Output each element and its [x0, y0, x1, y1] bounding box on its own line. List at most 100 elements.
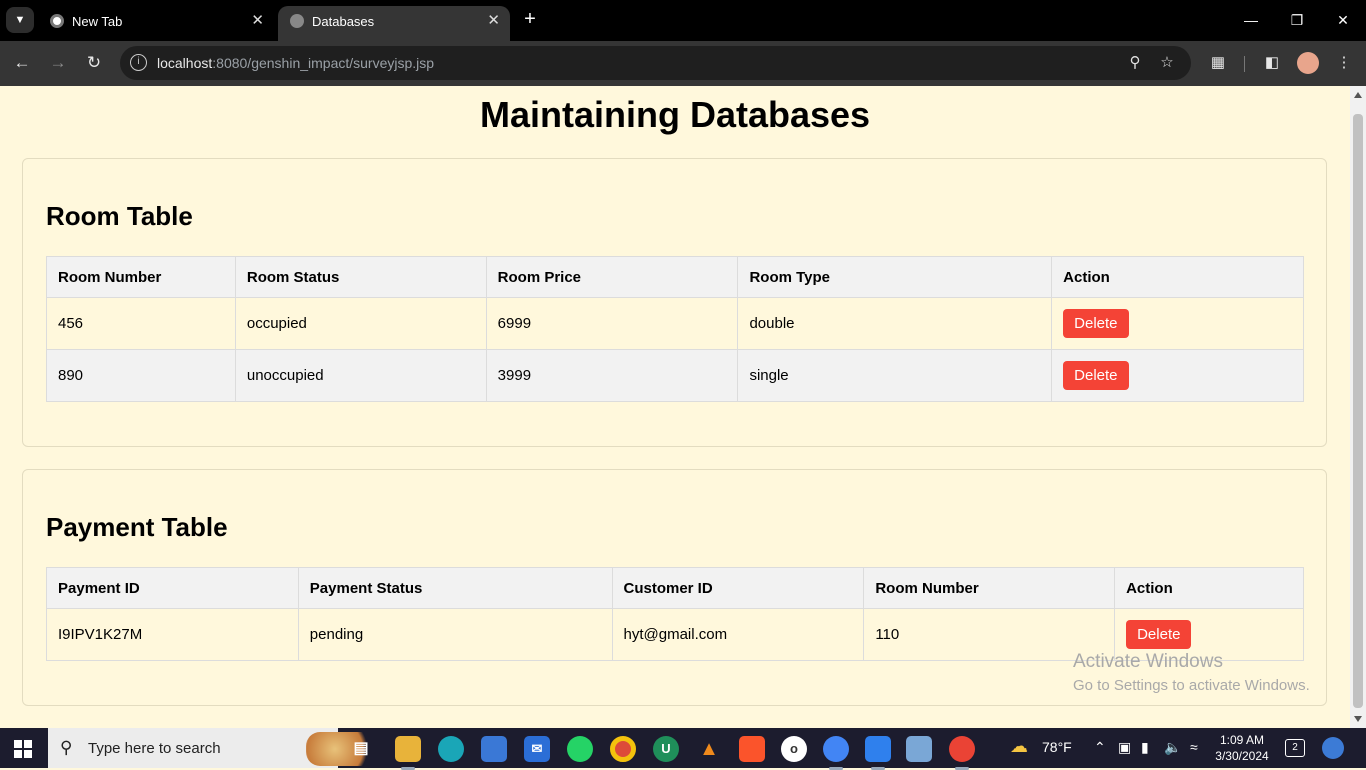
column-header: Room Type	[737, 256, 1053, 298]
back-icon[interactable]: ←	[10, 51, 34, 75]
delete-button[interactable]: Delete	[1063, 309, 1129, 338]
scrollbar-thumb[interactable]	[1353, 114, 1363, 708]
windows-start-icon[interactable]	[14, 740, 32, 758]
whatsapp-icon[interactable]	[567, 736, 593, 762]
room-status-cell: occupied	[234, 297, 487, 350]
table-header-row: Room Number Room Status Room Price Room …	[46, 256, 1304, 298]
tab-databases[interactable]: Databases ✕	[278, 6, 510, 41]
restore-button[interactable]: ❐	[1274, 8, 1320, 32]
table-header-row: Payment ID Payment Status Customer ID Ro…	[46, 567, 1304, 609]
column-header: Action	[1051, 256, 1304, 298]
site-info-icon[interactable]: i	[130, 54, 147, 71]
column-header: Room Number	[863, 567, 1116, 609]
table-row: 456 occupied 6999 double Delete	[46, 297, 1304, 350]
minimize-button[interactable]: —	[1228, 8, 1274, 32]
clock-date: 3/30/2024	[1215, 749, 1269, 763]
globe-icon	[290, 14, 304, 28]
new-tab-button[interactable]: +	[518, 8, 542, 32]
reload-icon[interactable]: ↻	[82, 51, 106, 75]
tab-title: Databases	[312, 14, 375, 29]
tab-search-button[interactable]: ▼	[6, 7, 34, 33]
customer-id-cell: hyt@gmail.com	[611, 608, 865, 661]
zoom-icon[interactable]: ⚲	[1125, 53, 1145, 73]
page-scrollbar[interactable]	[1350, 86, 1366, 728]
browser-toolbar: ← → ↻ i localhost:8080/genshin_impact/su…	[0, 41, 1366, 86]
column-header: Action	[1114, 567, 1304, 609]
room-type-cell: double	[737, 297, 1053, 350]
battery-icon[interactable]: ▮	[1141, 739, 1149, 756]
room-price-cell: 3999	[485, 349, 739, 402]
payment-status-cell: pending	[297, 608, 613, 661]
column-header: Room Number	[46, 256, 236, 298]
watermark-title: Activate Windows	[1073, 651, 1223, 672]
address-bar[interactable]: i localhost:8080/genshin_impact/surveyjs…	[120, 46, 1191, 80]
weather-icon[interactable]: ☁	[1010, 736, 1028, 757]
copilot-icon[interactable]	[1322, 737, 1344, 759]
file-explorer-icon[interactable]	[395, 736, 421, 770]
room-status-cell: unoccupied	[234, 349, 487, 402]
column-header: Customer ID	[611, 567, 865, 609]
scroll-up-arrow[interactable]	[1354, 92, 1362, 98]
weather-temperature[interactable]: 78°F	[1042, 739, 1072, 755]
forward-icon[interactable]: →	[46, 51, 70, 75]
virtualbox-icon[interactable]	[906, 736, 932, 762]
side-panel-icon[interactable]: ◧	[1260, 51, 1284, 75]
room-table: Room Number Room Status Room Price Room …	[46, 256, 1304, 402]
payment-id-cell: I9IPV1K27M	[46, 608, 299, 661]
close-icon[interactable]: ✕	[487, 11, 500, 29]
profile-avatar[interactable]	[1297, 52, 1319, 74]
page-content: Maintaining Databases Room Table Room Nu…	[0, 86, 1350, 728]
watermark-subtitle: Go to Settings to activate Windows.	[1073, 677, 1310, 694]
chrome-profile-icon[interactable]	[823, 736, 849, 770]
tab-strip: ▼ New Tab ✕ Databases ✕ + — ❐ ✕	[0, 0, 1366, 41]
clock-time: 1:09 AM	[1219, 733, 1265, 747]
menu-icon[interactable]: ⋮	[1332, 51, 1356, 75]
delete-button[interactable]: Delete	[1126, 620, 1192, 649]
toolbar-divider	[1244, 56, 1245, 72]
url-text[interactable]: localhost:8080/genshin_impact/surveyjsp.…	[157, 55, 434, 71]
edge-icon[interactable]	[438, 736, 464, 762]
chrome-icon[interactable]	[610, 736, 636, 762]
search-placeholder: Type here to search	[88, 740, 221, 757]
windows-taskbar: ⚲ Type here to search ▤ ✉ U ▲ o ☁ 78°F ⌃…	[0, 728, 1366, 770]
taskbar-search-box[interactable]: ⚲ Type here to search	[48, 728, 378, 768]
notifications-icon[interactable]: 2	[1285, 739, 1305, 757]
app-icon[interactable]: o	[781, 736, 807, 762]
room-number-cell: 456	[46, 297, 236, 350]
column-header: Payment ID	[46, 567, 299, 609]
room-table-section: Room Table Room Number Room Status Room …	[22, 158, 1327, 447]
close-window-button[interactable]: ✕	[1320, 8, 1366, 32]
column-header: Payment Status	[297, 567, 613, 609]
tab-title: New Tab	[72, 14, 123, 29]
search-icon: ⚲	[60, 738, 73, 757]
brave-icon[interactable]	[739, 736, 765, 762]
upwork-icon[interactable]: U	[653, 736, 679, 762]
microsoft-store-icon[interactable]	[481, 736, 507, 762]
column-header: Room Status	[234, 256, 487, 298]
page-title: Maintaining Databases	[479, 94, 871, 135]
volume-icon[interactable]: 🔈	[1164, 739, 1181, 756]
extensions-icon[interactable]: ▦	[1206, 51, 1230, 75]
payment-table-heading: Payment Table	[46, 512, 228, 542]
vscode-icon[interactable]	[865, 736, 891, 770]
table-row: 890 unoccupied 3999 single Delete	[46, 349, 1304, 402]
vlc-icon[interactable]: ▲	[696, 736, 722, 762]
tab-new-tab[interactable]: New Tab ✕	[38, 6, 274, 41]
chevron-up-icon[interactable]: ⌃	[1094, 739, 1106, 756]
bookmark-star-icon[interactable]: ☆	[1157, 53, 1177, 73]
task-view-icon[interactable]: ▤	[348, 736, 374, 762]
url-path: :8080/genshin_impact/surveyjsp.jsp	[212, 55, 435, 71]
room-number-cell: 890	[46, 349, 236, 402]
scroll-down-arrow[interactable]	[1354, 716, 1362, 722]
meet-icon[interactable]: ▣	[1118, 739, 1131, 756]
mail-icon[interactable]: ✉	[524, 736, 550, 762]
payment-table: Payment ID Payment Status Customer ID Ro…	[46, 567, 1304, 661]
action-cell: Delete	[1051, 349, 1304, 402]
close-icon[interactable]: ✕	[251, 11, 264, 29]
delete-button[interactable]: Delete	[1063, 361, 1129, 390]
network-icon[interactable]: ≈	[1190, 739, 1198, 755]
room-price-cell: 6999	[485, 297, 739, 350]
activate-windows-watermark: Activate Windows Go to Settings to activ…	[1073, 651, 1310, 694]
system-clock[interactable]: 1:09 AM 3/30/2024	[1212, 732, 1272, 764]
chrome-active-icon[interactable]	[949, 736, 975, 770]
